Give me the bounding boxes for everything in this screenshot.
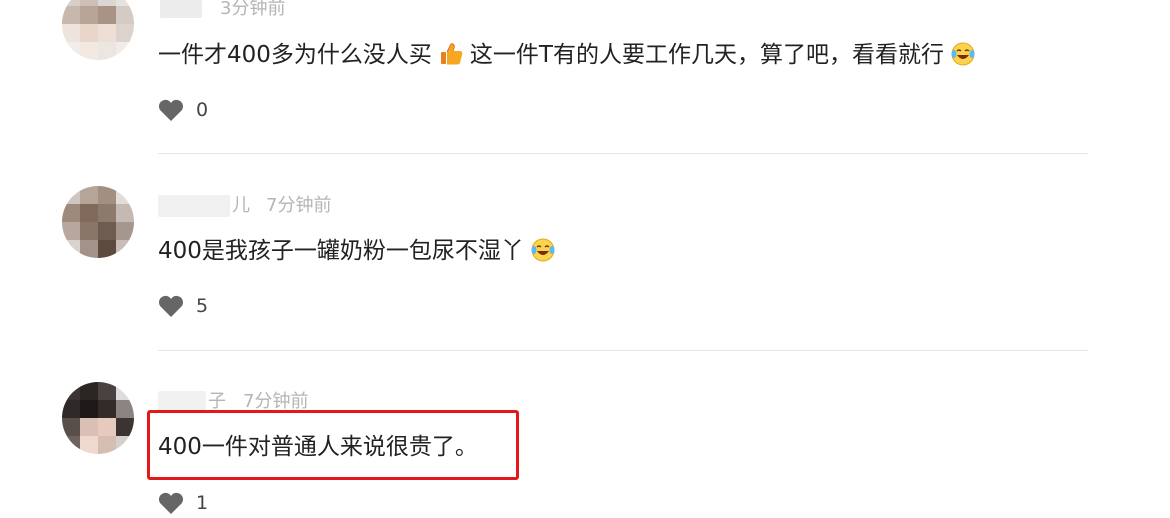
comment-time: 7分钟前	[266, 195, 332, 216]
avatar[interactable]	[62, 382, 134, 454]
like-control[interactable]: 1	[158, 488, 208, 518]
like-count: 1	[196, 492, 209, 514]
comment-text-part: 一件才400多为什么没人买	[158, 42, 432, 68]
heart-icon[interactable]	[158, 491, 184, 515]
comment-text: 400是我孩子一罐奶粉一包尿不湿丫	[158, 234, 562, 268]
like-count: 5	[196, 295, 209, 317]
laughing-crying-icon	[950, 41, 976, 67]
comment-text: 一件才400多为什么没人买 这一件T有的人要工作几天，算了吧，看看就行	[158, 38, 982, 72]
thumbs-up-icon	[438, 41, 464, 67]
avatar[interactable]	[62, 186, 134, 258]
divider	[158, 153, 1088, 154]
username-redacted[interactable]	[158, 195, 230, 217]
like-count: 0	[196, 99, 209, 121]
highlight-box	[147, 410, 519, 480]
divider	[158, 350, 1088, 351]
laughing-crying-icon	[530, 237, 556, 263]
heart-icon[interactable]	[158, 294, 184, 318]
comment-time: 3分钟前	[220, 0, 286, 19]
comment-text-part: 这一件T有的人要工作几天，算了吧，看看就行	[469, 42, 944, 68]
username-tail[interactable]: 儿	[232, 195, 250, 217]
avatar[interactable]	[62, 0, 134, 60]
comment-text-part: 400是我孩子一罐奶粉一包尿不湿丫	[158, 238, 524, 264]
like-control[interactable]: 0	[158, 95, 208, 125]
like-control[interactable]: 5	[158, 291, 208, 321]
heart-icon[interactable]	[158, 98, 184, 122]
username-redacted[interactable]	[160, 0, 202, 18]
